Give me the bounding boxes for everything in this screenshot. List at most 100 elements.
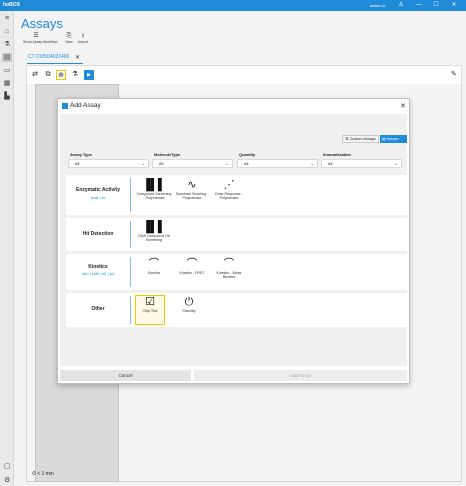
add-circle-icon[interactable]: ⊕ (56, 70, 66, 80)
assay-dose-response[interactable]: ⋰ Dose Response - Polymerase (211, 179, 247, 201)
user-name[interactable]: adam.l.b. (370, 3, 386, 8)
quantity-label: Quantity (239, 152, 256, 157)
close-tab-icon[interactable]: ✕ (75, 54, 80, 61)
dialog-header: Add Assay ✕ (58, 99, 409, 113)
immobilization-select[interactable]: All ⌄ (321, 159, 402, 168)
nav-rail: ≡ ⌂ ⚗ ▤ ▭ ▦ ▙ (0, 11, 14, 486)
assay-label: Substrate Scouting - Polymerase (175, 192, 209, 201)
clipboard-check-icon: ☑ (145, 296, 155, 308)
app-name: hoBOS (3, 2, 20, 8)
new-icon: ⎘ (66, 33, 72, 39)
chat-icon[interactable]: ▢ (4, 462, 11, 470)
import-button[interactable]: ⭳ Import (76, 33, 90, 46)
quantity-select[interactable]: All ⌄ (237, 159, 318, 168)
swap-icon[interactable]: ⇄ (30, 70, 40, 80)
assay-dna-compound-hit-screening[interactable]: ▐▌▌ DNA Compound Hit Screening (136, 221, 172, 243)
assay-kinetics-weak-binders[interactable]: ⌒ Kinetics - Weak Binders (211, 258, 247, 280)
assay-label: Compound Screening - Polymerase (136, 192, 172, 201)
group-name: Other (91, 306, 105, 312)
group-divider (130, 257, 131, 287)
folder-icon[interactable]: ▭ (2, 66, 12, 75)
assays-icon[interactable]: ▤ (2, 53, 12, 62)
group-hit-detection: Hit Detection ▐▌▌ DNA Compound Hit Scree… (66, 218, 407, 251)
group-kinetics: Kinetics kon | koff | kD | kd ⌒ Kinetics… (66, 254, 407, 290)
new-button[interactable]: ⎘ New (64, 33, 74, 46)
kinetics-icon: ⌒ (148, 258, 160, 270)
account-icon[interactable]: ♙ (395, 1, 407, 9)
timer-text: < 1 min (37, 471, 54, 477)
assay-type-value: All (75, 161, 80, 166)
chart-icon[interactable]: ▙ (2, 92, 12, 101)
cancel-button[interactable]: Cancel (60, 370, 191, 381)
group-other: Other ☑ Chip Test ⏻ Standby (66, 293, 407, 327)
timer-icon: ⏱ (32, 471, 36, 477)
chevron-down-icon: ⌄ (394, 161, 398, 166)
add-assay-button[interactable]: Add Assay (194, 370, 407, 381)
assay-label: Kinetics - FRET (179, 271, 205, 275)
flask-icon[interactable]: ⚗ (2, 40, 12, 49)
close-icon[interactable]: ✕ (400, 102, 406, 110)
group-name: Hit Detection (82, 231, 114, 237)
flask-tool-icon[interactable]: ⚗ (70, 70, 80, 80)
assay-chip-test[interactable]: ☑ Chip Test (135, 295, 165, 325)
immobilization-label: Immobilization (323, 152, 351, 157)
group-divider (130, 296, 131, 324)
chevron-down-icon: ⌄ (310, 161, 314, 166)
kinetics-icon: ⌒ (186, 258, 198, 270)
assay-label: DNA Compound Hit Screening (138, 234, 170, 243)
new-label: New (65, 40, 73, 44)
group-name: Enzymatic Activity (76, 187, 120, 193)
group-name: Kinetics (88, 264, 108, 270)
bar-chart-icon: ▐▌▌ (142, 221, 166, 233)
dialog-app-icon (62, 103, 68, 109)
show-assay-workflow-button[interactable]: ☰ Show Assay Workflow (23, 33, 57, 46)
custom-assays-label: Custom Assays (349, 137, 376, 141)
group-enzymatic-activity: Enzymatic Activity kcat | kr ▐▌▌ Compoun… (66, 175, 407, 215)
assay-type-label: Assay Type (70, 152, 92, 157)
dialog-title: Add Assay (70, 102, 101, 109)
assays-toggle-button[interactable]: ▤ Assays (380, 135, 407, 143)
assay-compound-screening[interactable]: ▐▌▌ Compound Screening - Polymerase (136, 179, 172, 201)
assay-label: Standby (182, 309, 196, 313)
tab-label: CT 010504021400 (28, 54, 70, 60)
assay-type-select[interactable]: All ⌄ (68, 159, 149, 168)
title-bar: hoBOS adam.l.b. ♙ — ☐ ✕ (0, 0, 466, 11)
maximize-button[interactable]: ☐ (430, 1, 442, 9)
dose-response-icon: ⋰ (223, 179, 235, 191)
play-icon[interactable]: ▶ (84, 70, 94, 80)
assay-standby[interactable]: ⏻ Standby (171, 296, 207, 313)
quantity-value: All (244, 161, 249, 166)
edit-icon[interactable]: ✎ (451, 70, 457, 78)
copy-icon[interactable]: ⧉ (43, 70, 53, 80)
workflow-icon: ☰ (33, 33, 39, 39)
page-title: Assays (21, 16, 63, 31)
assay-label: Kinetics (147, 271, 161, 275)
calendar-icon[interactable]: ▦ (2, 79, 12, 88)
assay-kinetics[interactable]: ⌒ Kinetics (136, 258, 172, 275)
assay-kinetics-fret[interactable]: ⌒ Kinetics - FRET (174, 258, 210, 275)
chevron-down-icon: ⌄ (225, 161, 229, 166)
minimize-button[interactable]: — (413, 1, 425, 9)
assays-toggle-label: Assays (386, 137, 399, 141)
kinetics-icon: ⌒ (223, 258, 235, 270)
menu-icon[interactable]: ≡ (2, 14, 12, 23)
timer-readout: ⏱ < 1 min (32, 471, 54, 477)
immobilization-value: All (328, 161, 333, 166)
dialog-body: ⚗ Custom Assays ▤ Assays Assay Type Mole… (60, 114, 407, 366)
assay-substrate-scouting[interactable]: ∿ Substrate Scouting - Polymerase (174, 179, 210, 201)
bar-chart-icon: ▐▌▌ (142, 179, 166, 191)
group-sub: kon | koff | kD | kd (82, 271, 114, 276)
chevron-down-icon: ⌄ (141, 161, 145, 166)
assay-label: Dose Response - Polymerase (215, 192, 243, 201)
molecule-type-select[interactable]: All ⌄ (152, 159, 233, 168)
settings-icon[interactable]: ⚙ (4, 476, 10, 484)
group-divider (130, 178, 131, 212)
group-sub: kcat | kr (91, 195, 105, 200)
custom-assays-button[interactable]: ⚗ Custom Assays (342, 135, 379, 143)
close-window-button[interactable]: ✕ (448, 1, 460, 9)
group-divider (130, 221, 131, 248)
home-icon[interactable]: ⌂ (2, 27, 12, 36)
import-icon: ⭳ (81, 33, 85, 39)
molecule-type-label: MoleculeType (154, 152, 181, 157)
add-assay-dialog: Add Assay ✕ ⚗ Custom Assays ▤ Assays Ass… (57, 98, 410, 384)
